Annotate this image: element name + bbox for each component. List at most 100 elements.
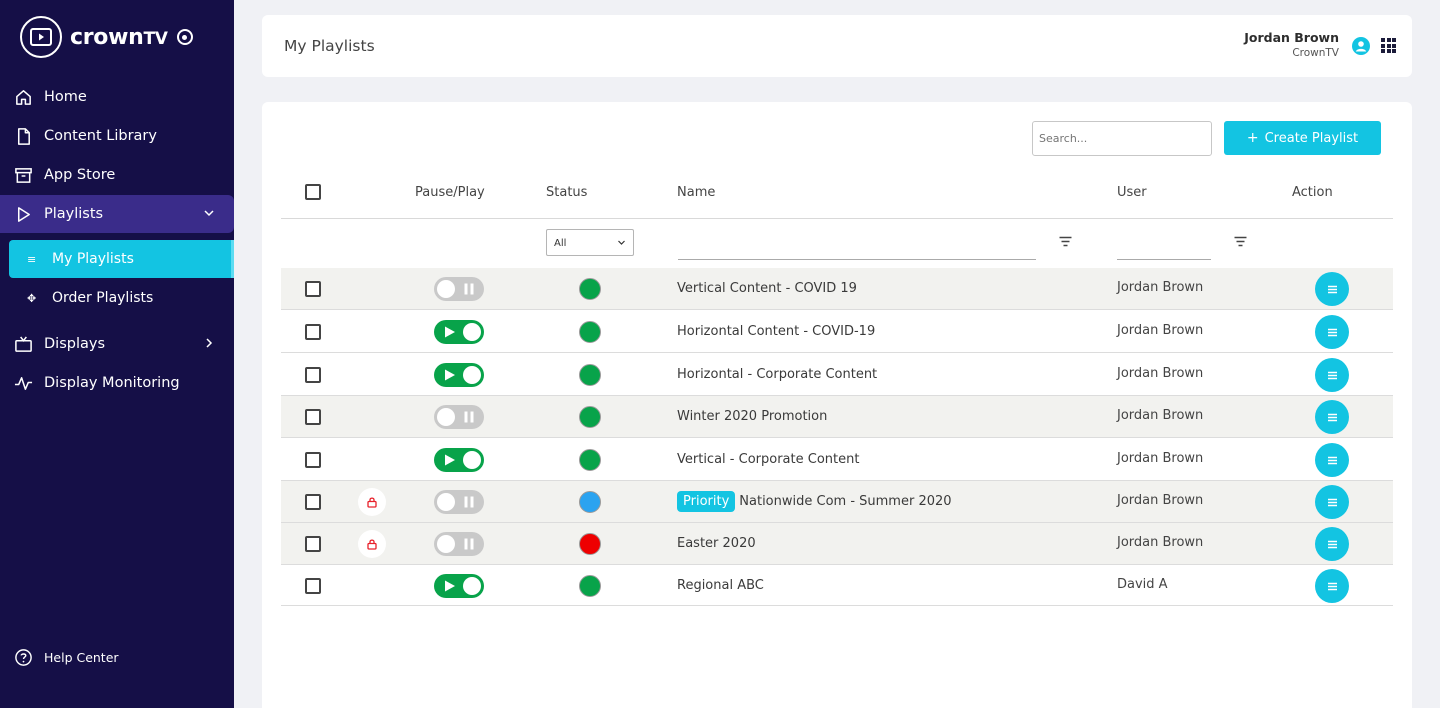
row-checkbox[interactable] [305,281,321,297]
row-action-menu-button[interactable] [1315,272,1349,306]
status-filter-select[interactable]: All [546,229,634,256]
play-pause-toggle[interactable] [434,320,484,344]
play-pause-toggle[interactable] [434,490,484,514]
nav-display-monitoring[interactable]: Display Monitoring [0,364,234,402]
table-row[interactable]: Regional ABC David A [281,565,1393,606]
playlist-user: Jordan Brown [1117,280,1204,295]
table-row[interactable]: Priority Nationwide Com - Summer 2020 Jord… [281,481,1393,523]
select-all-checkbox[interactable] [305,184,321,200]
sidebar: crownTV Home Content Library App Store P… [0,0,234,708]
play-pause-toggle[interactable] [434,532,484,556]
create-playlist-button[interactable]: + Create Playlist [1224,121,1381,155]
row-checkbox[interactable] [305,494,321,510]
playlist-name[interactable]: Horizontal Content - COVID-19 [677,324,875,339]
playlist-name-text: Horizontal Content - COVID-19 [677,324,876,339]
row-checkbox[interactable] [305,324,321,340]
toggle-knob [463,366,481,384]
status-indicator [579,449,601,471]
plus-icon: + [1246,130,1259,146]
table-row[interactable]: Easter 2020 Jordan Brown [281,523,1393,565]
filter-icon[interactable] [1234,236,1247,247]
crowntv-logo[interactable]: crownTV [20,16,193,58]
menu-lines-icon [1327,328,1337,336]
play-pause-toggle[interactable] [434,277,484,301]
home-icon [16,89,31,105]
help-center-link[interactable]: Help Center [14,648,119,667]
playlist-name[interactable]: Vertical Content - COVID 19 [677,281,857,296]
col-user[interactable]: User [1117,185,1147,200]
tv-icon [15,335,32,352]
menu-lines-icon [1327,371,1337,379]
nav-my-playlists[interactable]: ≡ My Playlists [9,240,234,278]
playlist-name-text: Easter 2020 [677,536,756,551]
user-info[interactable]: Jordan Brown CrownTV [1244,30,1339,59]
status-indicator [579,321,601,343]
row-checkbox[interactable] [305,536,321,552]
play-pause-toggle[interactable] [434,574,484,598]
user-account-icon[interactable] [1352,37,1370,55]
nav-order-playlists[interactable]: ✥ Order Playlists [9,279,234,317]
table-row[interactable]: Vertical Content - COVID 19 Jordan Brown [281,268,1393,310]
col-pause-play[interactable]: Pause/Play [415,185,485,200]
menu-lines-icon [1327,540,1337,548]
row-action-menu-button[interactable] [1315,400,1349,434]
playlist-user: Jordan Brown [1117,366,1204,381]
play-pause-toggle[interactable] [434,363,484,387]
row-action-menu-button[interactable] [1315,485,1349,519]
playlist-name-text: Vertical Content - COVID 19 [677,281,857,296]
playlist-name[interactable]: Priority Nationwide Com - Summer 2020 [677,491,952,512]
playlist-user: Jordan Brown [1117,408,1204,423]
nav-home[interactable]: Home [0,78,234,116]
row-checkbox[interactable] [305,578,321,594]
nav-content-library[interactable]: Content Library [0,117,234,155]
row-action-menu-button[interactable] [1315,358,1349,392]
move-arrows-icon: ✥ [27,291,37,305]
user-filter-input[interactable] [1117,259,1211,260]
playlist-user: Jordan Brown [1117,323,1204,338]
playlist-name[interactable]: Winter 2020 Promotion [677,409,827,424]
filter-icon[interactable] [1059,236,1072,247]
toggle-knob [437,280,455,298]
nav-playlists[interactable]: Playlists [0,195,234,233]
col-status[interactable]: Status [546,185,587,200]
pause-icon [464,496,474,508]
table-row[interactable]: Winter 2020 Promotion Jordan Brown [281,396,1393,438]
search-input[interactable] [1032,121,1212,156]
play-icon [17,206,30,222]
row-checkbox[interactable] [305,409,321,425]
playlist-name[interactable]: Easter 2020 [677,536,756,551]
name-filter-input[interactable] [678,259,1036,260]
playlist-name[interactable]: Regional ABC [677,578,764,593]
play-pause-toggle[interactable] [434,405,484,429]
status-indicator [579,406,601,428]
row-action-menu-button[interactable] [1315,569,1349,603]
playlist-user: David A [1117,577,1168,592]
playlist-name[interactable]: Horizontal - Corporate Content [677,367,877,382]
playlist-user: Jordan Brown [1117,451,1204,466]
playlist-name-text: Winter 2020 Promotion [677,409,828,424]
row-checkbox[interactable] [305,452,321,468]
header-divider [281,218,1393,219]
row-action-menu-button[interactable] [1315,315,1349,349]
col-name[interactable]: Name [677,185,715,200]
list-bullet-icon: ≡ [27,252,37,266]
playlist-name[interactable]: Vertical - Corporate Content [677,452,859,467]
lock-icon [358,530,386,558]
page-title: My Playlists [284,37,375,55]
nav-displays[interactable]: Displays [0,325,234,363]
apps-grid-icon[interactable] [1381,38,1396,53]
nav-content-library-label: Content Library [44,128,157,144]
table-row[interactable]: Horizontal Content - COVID-19 Jordan Brow… [281,311,1393,353]
archive-box-icon [15,167,32,183]
row-action-menu-button[interactable] [1315,527,1349,561]
table-row[interactable]: Horizontal - Corporate Content Jordan Bro… [281,354,1393,396]
row-action-menu-button[interactable] [1315,443,1349,477]
menu-lines-icon [1327,582,1337,590]
nav-app-store[interactable]: App Store [0,156,234,194]
play-pause-toggle[interactable] [434,448,484,472]
table-row[interactable]: Vertical - Corporate Content Jordan Brown [281,439,1393,481]
nav-my-playlists-label: My Playlists [52,251,134,267]
chevron-down-icon [204,210,214,217]
toggle-knob [463,577,481,595]
row-checkbox[interactable] [305,367,321,383]
